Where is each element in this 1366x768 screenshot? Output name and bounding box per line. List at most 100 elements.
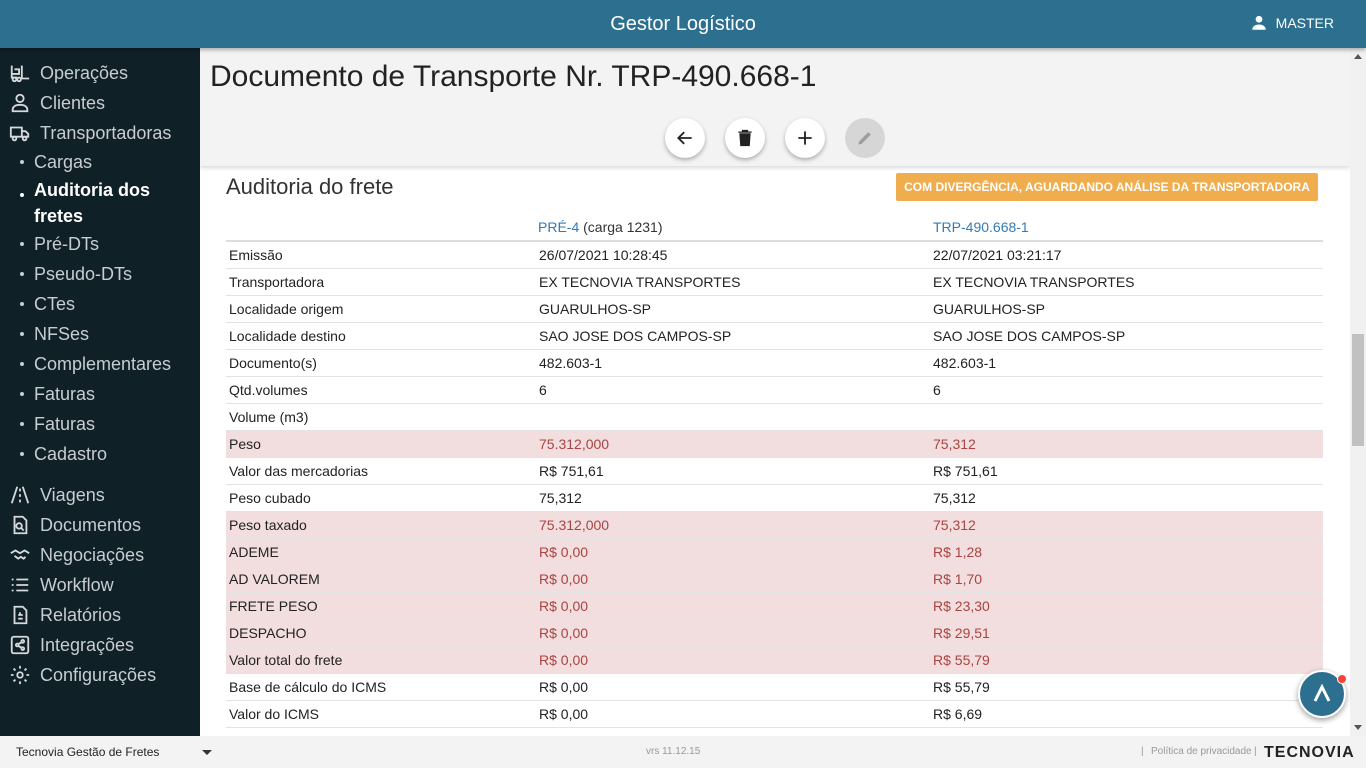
value-pre-dt: R$ 751,61: [536, 457, 930, 485]
sidebar-subitem-pre-dts[interactable]: Pré-DTs: [0, 234, 200, 256]
document-search-icon: [8, 513, 32, 537]
row-label: Localidade destino: [226, 322, 536, 350]
sidebar-subitem-nfses[interactable]: NFSes: [0, 324, 200, 346]
forklift-icon: [8, 61, 32, 85]
scrollbar[interactable]: [1350, 48, 1366, 736]
bullet-icon: [20, 392, 24, 396]
row-label: Peso cubado: [226, 484, 536, 512]
table-row: Qtd.volumes 6 6: [226, 376, 1323, 404]
sidebar-subitem-label: Cadastro: [34, 444, 108, 464]
value-trp: 482.603-1: [930, 349, 1323, 377]
sidebar-item-documentos[interactable]: Documentos: [0, 514, 200, 536]
sidebar-item-workflow[interactable]: Workflow: [0, 574, 200, 596]
sidebar-item-integracoes[interactable]: Integrações: [0, 634, 200, 656]
sidebar-subitem-auditoria-dos-fretes[interactable]: Auditoria dos fretes: [0, 177, 200, 229]
system-select[interactable]: Tecnovia Gestão de Fretes: [16, 745, 159, 759]
row-label: Valor total do frete: [226, 646, 536, 674]
person-icon: [8, 91, 32, 115]
row-label: FRETE PESO: [226, 592, 536, 620]
sidebar-subitem-label: Auditoria dos fretes: [34, 180, 150, 226]
add-button[interactable]: [785, 118, 825, 158]
value-pre-dt: 75.312,000: [536, 511, 930, 539]
trash-icon: [738, 129, 752, 147]
sidebar-subitem-label: NFSes: [34, 324, 90, 344]
sidebar-item-relatorios[interactable]: Relatórios: [0, 604, 200, 626]
sidebar-subitem-complementares[interactable]: Complementares: [0, 354, 200, 376]
row-label: Documento(s): [226, 349, 536, 377]
row-label: ADEME: [226, 538, 536, 566]
sidebar-subitem-cargas[interactable]: Cargas: [0, 152, 200, 174]
audit-title: Auditoria do frete: [226, 174, 394, 199]
sidebar-subitem-label: Complementares: [34, 354, 172, 374]
scroll-down-icon[interactable]: [1354, 725, 1362, 730]
sidebar-subitem-label: Pré-DTs: [34, 234, 100, 254]
sidebar-item-viagens[interactable]: Viagens: [0, 484, 200, 506]
table-row: Valor total do frete R$ 0,00 R$ 55,79: [226, 646, 1323, 674]
sidebar-item-configuracoes[interactable]: Configurações: [0, 664, 200, 686]
value-trp: 75,312: [930, 484, 1323, 512]
value-pre-dt: 75,312: [536, 484, 930, 512]
row-label: Qtd.volumes: [226, 376, 536, 404]
row-label: Base de cálculo do ICMS: [226, 673, 536, 701]
value-pre-dt: EX TECNOVIA TRANSPORTES: [536, 268, 930, 296]
sidebar-item-negociacoes[interactable]: Negociações: [0, 544, 200, 566]
row-label: Localidade origem: [226, 295, 536, 323]
value-trp: [930, 403, 1323, 431]
row-label: Volume (m3): [226, 403, 536, 431]
pencil-icon: [858, 132, 871, 145]
trp-link[interactable]: TRP-490.668-1: [933, 219, 1029, 235]
row-label: Valor das mercadorias: [226, 457, 536, 485]
bullet-icon: [20, 302, 24, 306]
scrollbar-thumb[interactable]: [1352, 334, 1364, 446]
pre-dt-link[interactable]: PRÉ-4: [538, 219, 579, 235]
bullet-icon: [20, 160, 24, 164]
sidebar-subitem-label: CTes: [34, 294, 76, 314]
value-pre-dt: R$ 0,00: [536, 646, 930, 674]
sidebar-item-label: Relatórios: [40, 604, 122, 625]
audit-table: PRÉ-4 (carga 1231) TRP-490.668-1 Emissão…: [226, 214, 1323, 728]
table-row: Valor do ICMS R$ 0,00 R$ 6,69: [226, 700, 1323, 728]
list-icon: [8, 573, 32, 597]
user-menu[interactable]: MASTER: [1250, 14, 1334, 32]
delete-button[interactable]: [725, 118, 765, 158]
value-pre-dt: SAO JOSE DOS CAMPOS-SP: [536, 322, 930, 350]
bullet-icon: [20, 272, 24, 276]
sidebar-item-transportadoras[interactable]: Transportadoras: [0, 122, 200, 144]
chevron-down-icon[interactable]: [202, 750, 212, 755]
truck-icon: [8, 121, 32, 145]
row-label: AD VALOREM: [226, 565, 536, 593]
sidebar-subitem-cadastro[interactable]: Cadastro: [0, 444, 200, 466]
back-button[interactable]: [665, 118, 705, 158]
value-trp: R$ 6,69: [930, 700, 1323, 728]
sidebar-subitem-label: Pseudo-DTs: [34, 264, 133, 284]
sidebar-item-label: Clientes: [40, 92, 106, 113]
page-header: Documento de Transporte Nr. TRP-490.668-…: [200, 48, 1350, 166]
sidebar-subitem-faturas-2[interactable]: Faturas: [0, 414, 200, 436]
top-bar: Gestor Logístico MASTER: [0, 0, 1366, 48]
row-label: Peso: [226, 430, 536, 458]
value-trp: 6: [930, 376, 1323, 404]
value-pre-dt: R$ 0,00: [536, 619, 930, 647]
bullet-icon: [20, 452, 24, 456]
scroll-up-icon[interactable]: [1354, 54, 1362, 59]
sidebar-subitem-ctes[interactable]: CTes: [0, 294, 200, 316]
sidebar-subitem-label: Faturas: [34, 414, 96, 434]
value-pre-dt: 75.312,000: [536, 430, 930, 458]
audit-header-col2: TRP-490.668-1: [930, 214, 1323, 242]
main-content: Documento de Transporte Nr. TRP-490.668-…: [200, 48, 1350, 736]
sidebar-item-operacoes[interactable]: Operações: [0, 62, 200, 84]
audit-table-body: Emissão 26/07/2021 10:28:45 22/07/2021 03:…: [226, 241, 1323, 728]
user-icon: [1251, 15, 1266, 30]
edit-button[interactable]: [845, 118, 885, 158]
sidebar-item-label: Negociações: [40, 544, 145, 565]
handshake-icon: [8, 543, 32, 567]
sidebar-item-clientes[interactable]: Clientes: [0, 92, 200, 114]
sidebar-subitem-faturas[interactable]: Faturas: [0, 384, 200, 406]
app-title: Gestor Logístico: [610, 13, 756, 35]
value-pre-dt: 482.603-1: [536, 349, 930, 377]
table-row: Transportadora EX TECNOVIA TRANSPORTES EX …: [226, 268, 1323, 296]
sidebar-subitem-pseudo-dts[interactable]: Pseudo-DTs: [0, 264, 200, 286]
privacy-link[interactable]: Política de privacidade: [1151, 746, 1252, 757]
sidebar-subitem-label: Cargas: [34, 152, 93, 172]
value-pre-dt: R$ 0,00: [536, 538, 930, 566]
